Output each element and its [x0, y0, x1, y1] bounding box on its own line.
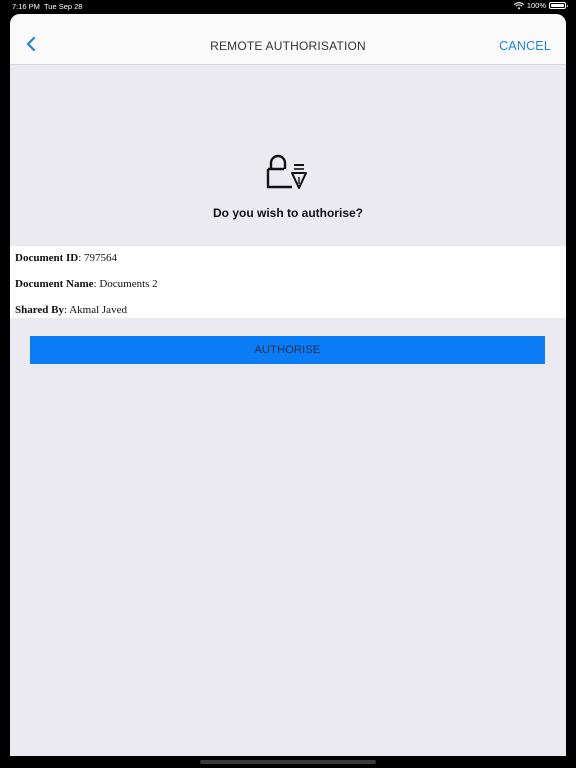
status-indicators: 100%: [513, 1, 568, 10]
battery-icon: [549, 2, 568, 9]
detail-label: Shared By: [15, 304, 65, 316]
status-time: 7:16 PM: [12, 2, 40, 11]
detail-shared-by: Shared By: Akmal Javed: [15, 304, 127, 316]
detail-value: : Akmal Javed: [64, 304, 127, 316]
document-details: Document ID: 797564 Document Name: Docum…: [10, 246, 566, 318]
detail-document-id: Document ID: 797564: [15, 252, 117, 264]
battery-percent: 100%: [526, 1, 546, 10]
detail-label: Document Name: [15, 278, 94, 290]
status-date: Tue Sep 28: [44, 2, 83, 11]
status-bar: 7:16 PM Tue Sep 28 100%: [0, 0, 576, 14]
detail-value: : 797564: [78, 252, 118, 264]
lock-pen-icon: [266, 154, 307, 189]
battery-level: [551, 4, 564, 7]
wifi-icon: [513, 1, 524, 9]
home-indicator[interactable]: [200, 760, 376, 764]
detail-label: Document ID: [15, 252, 79, 264]
authorise-button[interactable]: AUTHORISE: [30, 336, 545, 364]
modal-sheet: REMOTE AUTHORISATION CANCEL Do you wish …: [10, 14, 566, 756]
navigation-bar: REMOTE AUTHORISATION CANCEL: [10, 14, 566, 65]
detail-document-name: Document Name: Documents 2: [15, 278, 158, 290]
authorise-question: Do you wish to authorise?: [212, 206, 363, 220]
detail-value: : Documents 2: [93, 278, 158, 290]
cancel-button[interactable]: CANCEL: [499, 39, 551, 53]
page-title: REMOTE AUTHORISATION: [210, 39, 366, 53]
